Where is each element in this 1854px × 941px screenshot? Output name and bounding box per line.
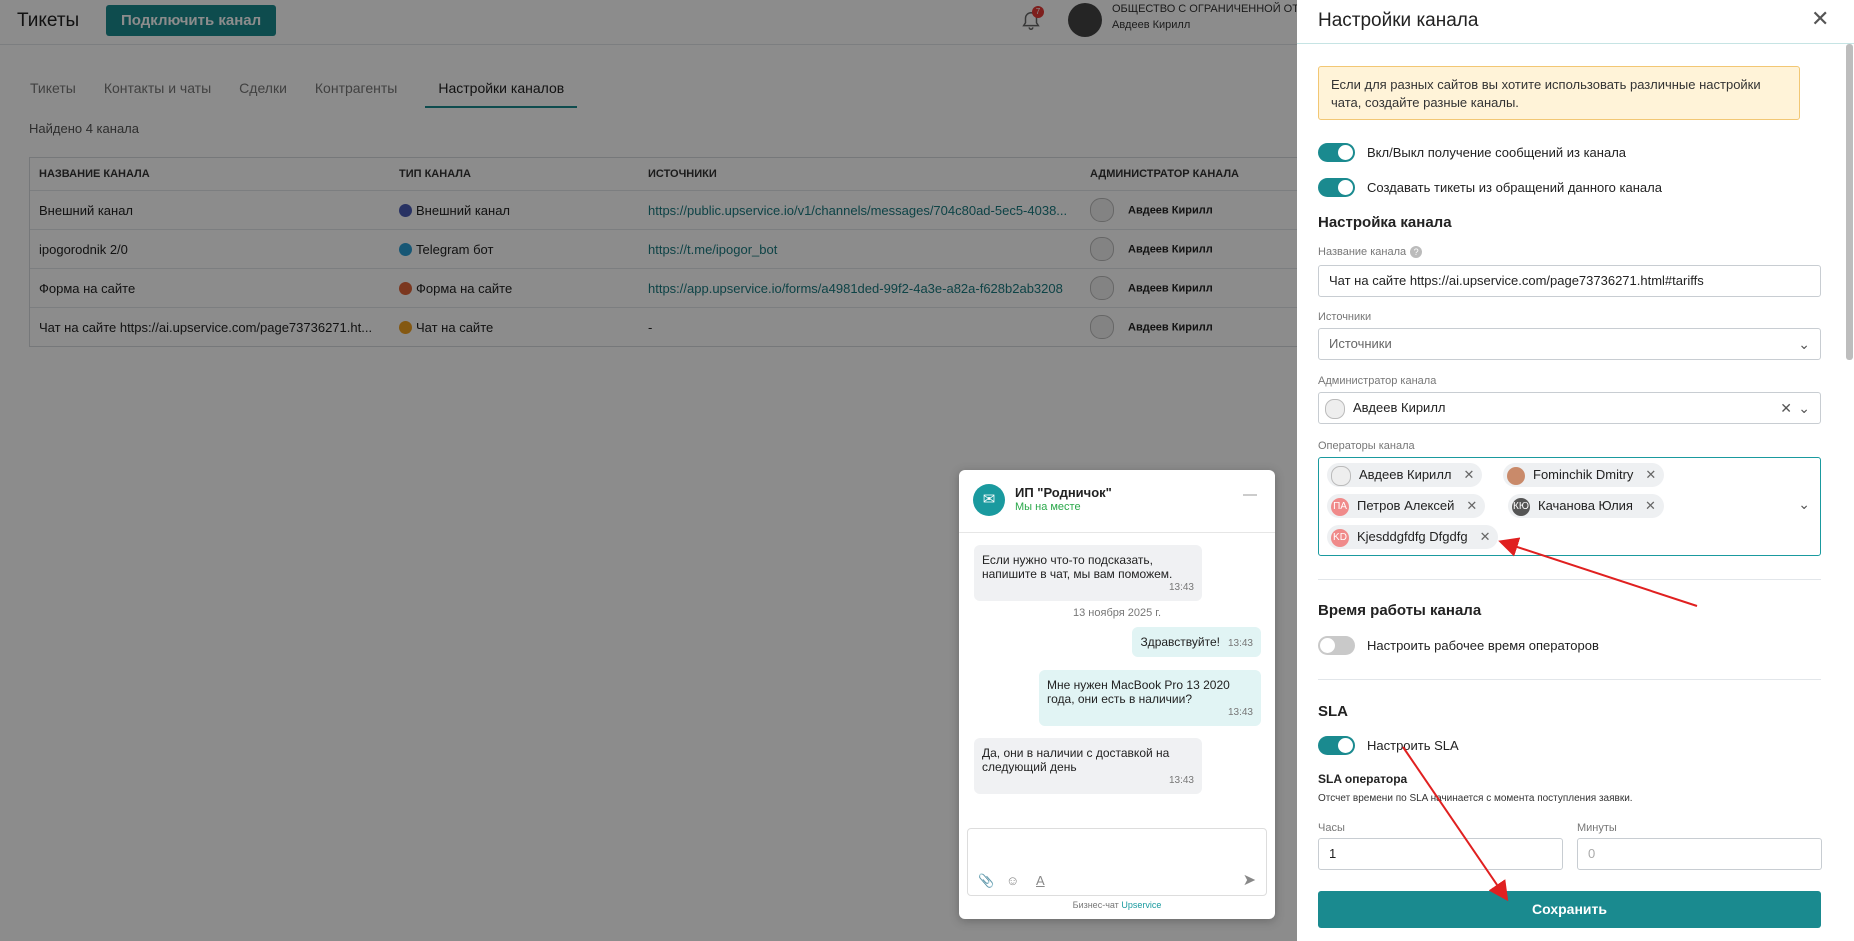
message-text: Здравствуйте!: [1140, 635, 1220, 649]
toggle-label: Настроить SLA: [1367, 738, 1459, 753]
remove-icon[interactable]: ✕: [1645, 498, 1656, 513]
sources-select[interactable]: Источники ⌄: [1318, 328, 1821, 360]
send-icon[interactable]: ➤: [1243, 870, 1256, 890]
field-label: Источники: [1318, 311, 1372, 323]
chevron-down-icon[interactable]: ⌄: [1798, 329, 1810, 359]
chevron-down-icon[interactable]: ⌄: [1798, 393, 1810, 423]
footer-brand-link[interactable]: Upservice: [1121, 900, 1161, 910]
toggle-label: Вкл/Выкл получение сообщений из канала: [1367, 145, 1627, 160]
chevron-down-icon[interactable]: ⌄: [1798, 496, 1810, 513]
toggle-label: Настроить рабочее время операторов: [1367, 638, 1599, 653]
section-title: Время работы канала: [1318, 602, 1482, 619]
chat-widget-preview: ✉ ИП "Родничок" Мы на месте Если нужно ч…: [959, 470, 1275, 919]
help-icon[interactable]: ?: [1410, 246, 1423, 258]
remove-icon[interactable]: ✕: [1466, 498, 1477, 513]
footer-prefix: Бизнес-чат: [1072, 900, 1119, 910]
paperclip-icon[interactable]: 📎: [978, 873, 994, 889]
working-hours-toggle[interactable]: [1318, 636, 1355, 655]
toggle-label: Создавать тикеты из обращений данного ка…: [1367, 180, 1662, 195]
field-label: Минуты: [1577, 822, 1617, 834]
avatar: [1507, 466, 1525, 485]
operator-chip: Авдеев Кирилл ✕: [1327, 463, 1483, 487]
divider: [1318, 679, 1821, 680]
widget-company-name: ИП "Родничок": [1015, 485, 1112, 500]
field-label-text: Название канала: [1318, 246, 1407, 258]
widget-footer: Бизнес-чат Upservice: [959, 900, 1275, 910]
chat-date: 13 ноября 2025 г.: [1073, 607, 1161, 619]
divider: [1297, 43, 1854, 44]
message-text: Если нужно что-то подсказать, напишите в…: [982, 553, 1173, 581]
operator-chip: ПА Петров Алексей ✕: [1327, 494, 1486, 518]
field-label: Операторы канала: [1318, 440, 1415, 452]
channel-name-input[interactable]: Чат на сайте https://ai.upservice.com/pa…: [1318, 265, 1821, 297]
sla-toggle[interactable]: [1318, 736, 1355, 755]
scrollbar[interactable]: [1846, 44, 1853, 360]
remove-icon[interactable]: ✕: [1645, 467, 1656, 482]
create-tickets-toggle[interactable]: [1318, 178, 1355, 197]
close-icon[interactable]: ✕: [1811, 6, 1829, 32]
message-bubble: Если нужно что-то подсказать, напишите в…: [974, 545, 1202, 601]
sla-operator-title: SLA оператора: [1318, 772, 1408, 786]
message-bubble: Мне нужен MacBook Pro 13 2020 года, они …: [1039, 670, 1261, 726]
widget-status: Мы на месте: [1015, 501, 1081, 513]
operator-name: Качанова Юлия: [1538, 498, 1633, 513]
message-bubble: Да, они в наличии с доставкой на следующ…: [974, 738, 1202, 794]
field-label: Администратор канала: [1318, 375, 1437, 387]
operator-chip: Fominchik Dmitry ✕: [1503, 463, 1665, 487]
receive-messages-toggle[interactable]: [1318, 143, 1355, 162]
message-time: 13:43: [1168, 582, 1194, 593]
operator-name: Петров Алексей: [1357, 498, 1455, 513]
save-button[interactable]: Сохранить: [1318, 891, 1821, 928]
field-label: Часы: [1318, 822, 1345, 834]
operators-multiselect[interactable]: Авдеев Кирилл ✕ Fominchik Dmitry ✕ ПА Петро…: [1318, 457, 1821, 556]
avatar-initials: КЮ: [1512, 497, 1530, 516]
emoji-icon[interactable]: ☺: [1006, 873, 1019, 888]
avatar-initials: KD: [1331, 528, 1349, 547]
operator-name: Авдеев Кирилл: [1359, 467, 1452, 482]
message-text: Мне нужен MacBook Pro 13 2020 года, они …: [1047, 678, 1230, 706]
text-format-icon[interactable]: A: [1036, 873, 1045, 888]
chat-bubbles-icon: ✉: [973, 484, 1005, 516]
avatar-initials: ПА: [1331, 497, 1349, 516]
panel-title: Настройки канала: [1318, 10, 1479, 31]
message-text: Да, они в наличии с доставкой на следующ…: [982, 746, 1170, 774]
admin-select[interactable]: Авдеев Кирилл ✕ ⌄: [1318, 392, 1821, 424]
remove-icon[interactable]: ✕: [1480, 529, 1491, 544]
message-bubble: Здравствуйте! 13:43: [1132, 627, 1261, 657]
sources-placeholder: Источники: [1329, 336, 1392, 351]
message-time: 13:43: [1168, 775, 1194, 786]
avatar: [1325, 398, 1345, 419]
admin-value: Авдеев Кирилл: [1353, 400, 1446, 415]
operator-chip: KD Kjesddgfdfg Dfgdfg ✕: [1327, 525, 1499, 549]
divider: [1318, 579, 1821, 580]
message-time: 13:43: [1227, 638, 1253, 649]
section-title: Настройка канала: [1318, 214, 1452, 231]
minimize-icon[interactable]: [1243, 494, 1257, 496]
clear-icon[interactable]: ✕: [1780, 393, 1792, 423]
field-label: Название канала?: [1318, 246, 1423, 258]
section-title: SLA: [1318, 703, 1348, 720]
warning-banner: Если для разных сайтов вы хотите использ…: [1318, 66, 1800, 120]
message-time: 13:43: [1227, 707, 1253, 718]
widget-header: ✉ ИП "Родничок" Мы на месте: [959, 470, 1275, 533]
operator-chip: КЮ Качанова Юлия ✕: [1508, 494, 1664, 518]
remove-icon[interactable]: ✕: [1464, 467, 1475, 482]
message-input[interactable]: 📎 ☺ A ➤: [967, 828, 1267, 896]
avatar: [1331, 465, 1351, 486]
operator-name: Fominchik Dmitry: [1533, 467, 1634, 482]
sla-note: Отсчет времени по SLA начинается с момен…: [1318, 793, 1633, 804]
sla-hours-input[interactable]: 1: [1318, 838, 1563, 870]
sla-minutes-input[interactable]: 0: [1577, 838, 1822, 870]
channel-settings-panel: Настройки канала ✕ Если для разных сайто…: [1297, 0, 1854, 941]
operator-name: Kjesddgfdfg Dfgdfg: [1357, 529, 1468, 544]
